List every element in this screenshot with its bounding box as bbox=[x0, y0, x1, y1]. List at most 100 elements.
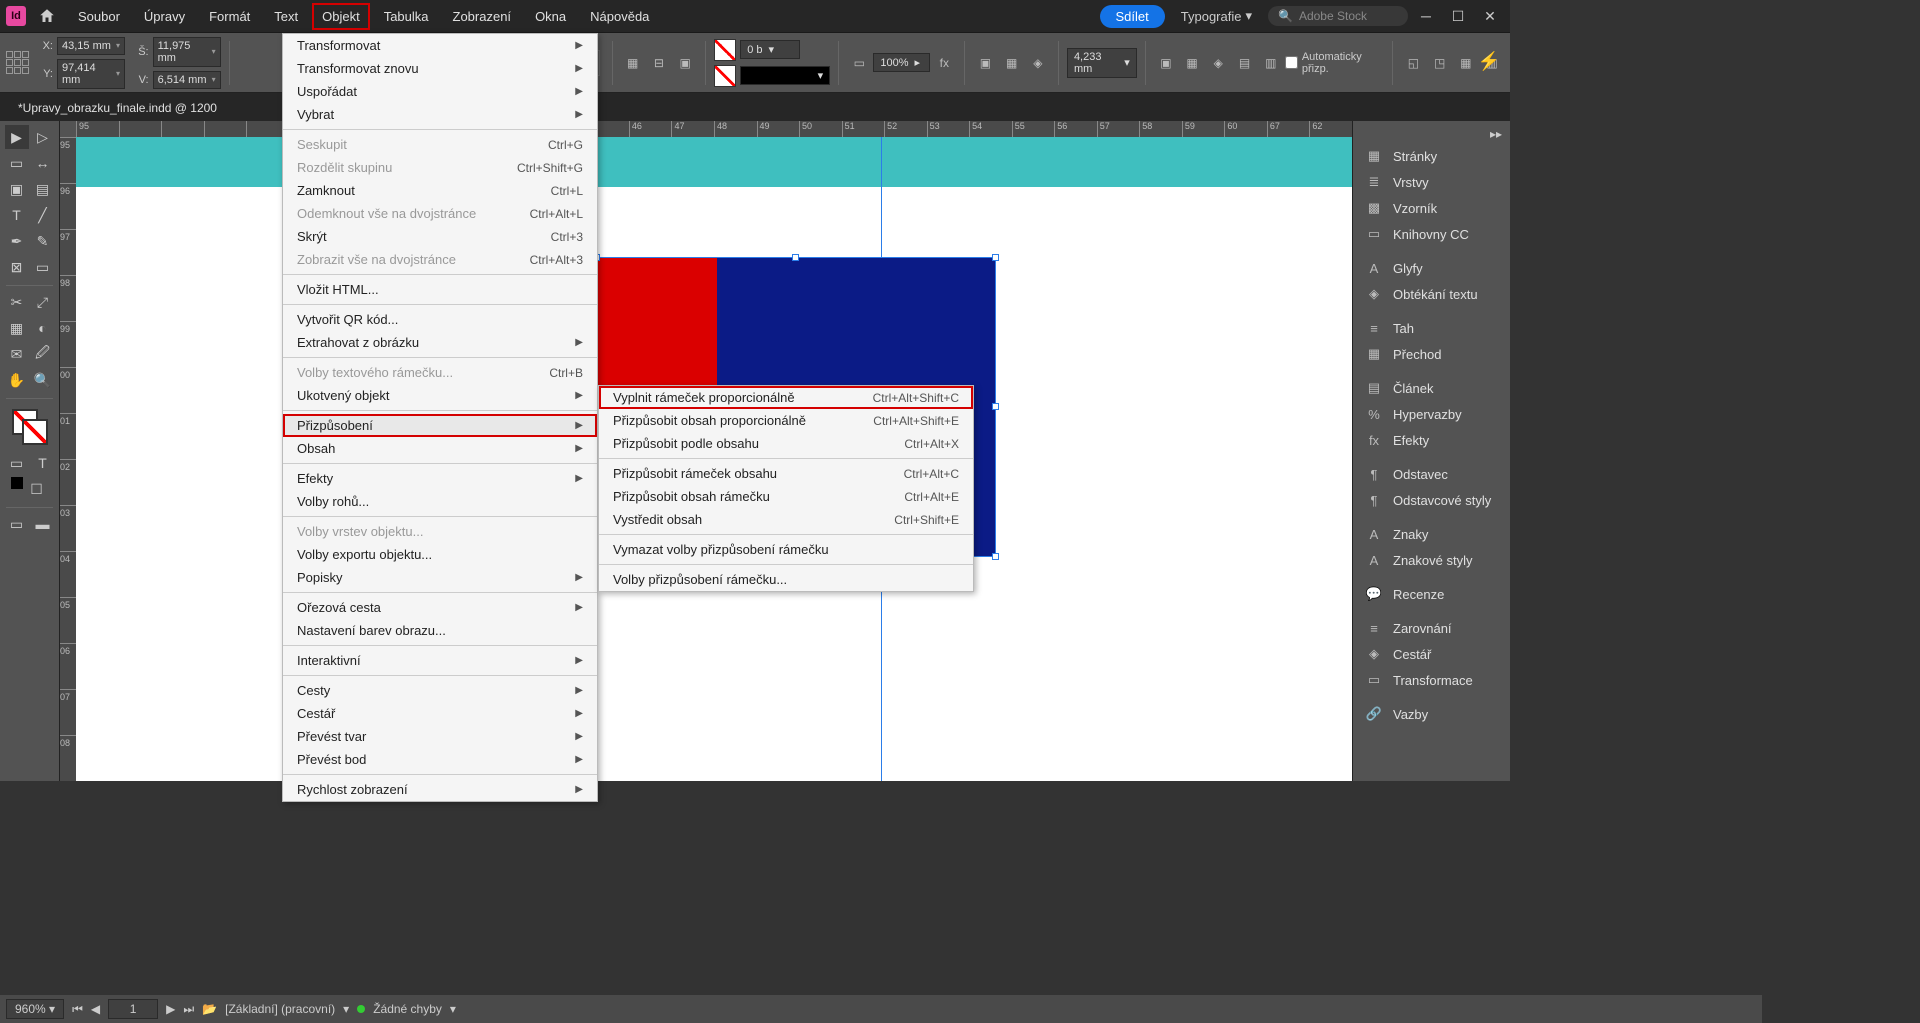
menu-item[interactable]: Transformovat▶ bbox=[283, 34, 597, 57]
menu-napoveda[interactable]: Nápověda bbox=[580, 3, 659, 30]
menu-item[interactable]: Přizpůsobit obsah rámečkuCtrl+Alt+E bbox=[599, 485, 973, 508]
normal-view-icon[interactable]: ▭ bbox=[5, 512, 29, 536]
menu-item[interactable]: Uspořádat▶ bbox=[283, 80, 597, 103]
zoom-field[interactable]: 960% ▾ bbox=[6, 999, 64, 1019]
pencil-tool-icon[interactable]: ✎ bbox=[31, 229, 55, 253]
workspace-switcher[interactable]: Typografie ▾ bbox=[1181, 8, 1252, 24]
panel-transform[interactable]: ▭Transformace bbox=[1353, 667, 1510, 693]
menu-objekt[interactable]: Objekt bbox=[312, 3, 370, 30]
menu-item[interactable]: Interaktivní▶ bbox=[283, 649, 597, 672]
panel-swatches[interactable]: ▩Vzorník bbox=[1353, 195, 1510, 221]
page-last-icon[interactable]: ⏭ bbox=[183, 1002, 194, 1017]
menu-item[interactable]: Přizpůsobit rámeček obsahuCtrl+Alt+C bbox=[599, 462, 973, 485]
open-doc-icon[interactable]: 📂 bbox=[202, 1002, 217, 1016]
menu-item[interactable]: Transformovat znovu▶ bbox=[283, 57, 597, 80]
fill-swatch-icon[interactable] bbox=[714, 39, 736, 61]
menu-item[interactable]: Ukotvený objekt▶ bbox=[283, 384, 597, 407]
stroke-weight-field[interactable]: 0 b▾ bbox=[740, 40, 800, 59]
note-tool-icon[interactable]: ✉ bbox=[5, 342, 29, 366]
rectangle-tool-icon[interactable]: ▭ bbox=[31, 255, 55, 279]
page-first-icon[interactable]: ⏮ bbox=[72, 1002, 83, 1017]
direct-selection-tool-icon[interactable]: ▷ bbox=[31, 125, 55, 149]
apply-none-icon[interactable]: ☐ bbox=[25, 477, 49, 501]
menu-item[interactable]: Ořezová cesta▶ bbox=[283, 596, 597, 619]
preview-view-icon[interactable]: ▬ bbox=[31, 512, 55, 536]
menu-item[interactable]: Přizpůsobení▶ bbox=[283, 414, 597, 437]
share-button[interactable]: Sdílet bbox=[1100, 5, 1165, 28]
menu-item[interactable]: Vystředit obsahCtrl+Shift+E bbox=[599, 508, 973, 531]
pen-tool-icon[interactable]: ✒ bbox=[5, 229, 29, 253]
home-icon[interactable] bbox=[38, 7, 56, 25]
menu-item[interactable]: ZamknoutCtrl+L bbox=[283, 179, 597, 202]
align-icon[interactable]: ▦ bbox=[621, 50, 645, 76]
effects-icon[interactable]: ▭ bbox=[847, 50, 871, 76]
panel-pathfinder[interactable]: ◈Cestář bbox=[1353, 641, 1510, 667]
group-icon[interactable]: ▣ bbox=[673, 50, 697, 76]
panel-links[interactable]: %Hypervazby bbox=[1353, 401, 1510, 427]
stroke-style-field[interactable]: ▾ bbox=[740, 66, 830, 85]
panel-glyphs[interactable]: AGlyfy bbox=[1353, 255, 1510, 281]
fx-icon[interactable]: fx bbox=[932, 50, 956, 76]
selection-tool-icon[interactable]: ▶ bbox=[5, 125, 29, 149]
panel-gradient[interactable]: ▦Přechod bbox=[1353, 341, 1510, 367]
menu-item[interactable]: Vybrat▶ bbox=[283, 103, 597, 126]
panel-pstyles[interactable]: ¶Odstavcové styly bbox=[1353, 487, 1510, 513]
window-close-button[interactable]: ✕ bbox=[1476, 6, 1504, 26]
content-collector-tool-icon[interactable]: ▣ bbox=[5, 177, 29, 201]
menu-item[interactable]: Efekty▶ bbox=[283, 467, 597, 490]
menu-okna[interactable]: Okna bbox=[525, 3, 576, 30]
type-tool-icon[interactable]: T bbox=[5, 203, 29, 227]
rectangle-frame-tool-icon[interactable]: ⊠ bbox=[5, 255, 29, 279]
panel-review[interactable]: 💬Recenze bbox=[1353, 581, 1510, 607]
reference-point-grid[interactable] bbox=[6, 51, 29, 74]
fit-prop-icon[interactable]: ▤ bbox=[1232, 50, 1256, 76]
autofit-checkbox[interactable] bbox=[1285, 56, 1298, 69]
scissors-tool-icon[interactable]: ✂ bbox=[5, 290, 29, 314]
menu-item[interactable]: Cestář▶ bbox=[283, 702, 597, 725]
text-wrap-none-icon[interactable]: ▣ bbox=[973, 50, 997, 76]
menu-item[interactable]: Přizpůsobit obsah proporcionálněCtrl+Alt… bbox=[599, 409, 973, 432]
corner-icon[interactable]: ◱ bbox=[1401, 50, 1425, 76]
drop-shadow-icon[interactable]: ◳ bbox=[1428, 50, 1452, 76]
panel-char[interactable]: AZnaky bbox=[1353, 521, 1510, 547]
gap-tool-icon[interactable]: ↔ bbox=[31, 151, 55, 175]
gradient-feather-tool-icon[interactable]: ◐ bbox=[31, 316, 55, 340]
fit-content-icon[interactable]: ▣ bbox=[1154, 50, 1178, 76]
content-placer-tool-icon[interactable]: ▤ bbox=[31, 177, 55, 201]
menu-item[interactable]: Vytvořit QR kód... bbox=[283, 308, 597, 331]
menu-item[interactable]: Extrahovat z obrázku▶ bbox=[283, 331, 597, 354]
page-tool-icon[interactable]: ▭ bbox=[5, 151, 29, 175]
panel-cstyles[interactable]: AZnakové styly bbox=[1353, 547, 1510, 573]
document-tab[interactable]: *Upravy_obrazku_finale.indd @ 1200 bbox=[8, 95, 235, 119]
panel-pages[interactable]: ▦Stránky bbox=[1353, 143, 1510, 169]
menu-item[interactable]: Rychlost zobrazení▶ bbox=[283, 778, 597, 801]
window-maximize-button[interactable]: ☐ bbox=[1444, 6, 1472, 26]
menu-item[interactable]: Vymazat volby přizpůsobení rámečku bbox=[599, 538, 973, 561]
panel-align[interactable]: ≡Zarovnání bbox=[1353, 615, 1510, 641]
menu-item[interactable]: Nastavení barev obrazu... bbox=[283, 619, 597, 642]
panel-wrap[interactable]: ◈Obtékání textu bbox=[1353, 281, 1510, 307]
menu-item[interactable]: Přizpůsobit podle obsahuCtrl+Alt+X bbox=[599, 432, 973, 455]
menu-item[interactable]: Převést bod▶ bbox=[283, 748, 597, 771]
center-content-icon[interactable]: ▥ bbox=[1259, 50, 1283, 76]
menu-item[interactable]: SkrýtCtrl+3 bbox=[283, 225, 597, 248]
panel-para[interactable]: ¶Odstavec bbox=[1353, 461, 1510, 487]
menu-item[interactable]: Převést tvar▶ bbox=[283, 725, 597, 748]
menu-item[interactable]: Obsah▶ bbox=[283, 437, 597, 460]
formatting-text-icon[interactable]: T bbox=[31, 451, 55, 475]
apply-color-icon[interactable] bbox=[11, 477, 23, 489]
panel-layers[interactable]: ≣Vrstvy bbox=[1353, 169, 1510, 195]
menu-item[interactable]: Volby rohů... bbox=[283, 490, 597, 513]
stroke-swatch-icon[interactable] bbox=[714, 65, 736, 87]
tables-icon[interactable]: ▦ bbox=[1454, 50, 1478, 76]
menu-item[interactable]: Vyplnit rámeček proporcionálněCtrl+Alt+S… bbox=[599, 386, 973, 409]
menu-format[interactable]: Formát bbox=[199, 3, 260, 30]
gap-field[interactable]: 4,233 mm▾ bbox=[1067, 48, 1137, 78]
page-field[interactable]: 1 bbox=[108, 999, 158, 1019]
h-field[interactable]: 6,514 mm▾ bbox=[153, 71, 221, 89]
panel-linksp[interactable]: 🔗Vazby bbox=[1353, 701, 1510, 727]
zoom-tool-icon[interactable]: 🔍 bbox=[31, 368, 55, 392]
page-prev-icon[interactable]: ◀ bbox=[91, 1002, 100, 1016]
menu-soubor[interactable]: Soubor bbox=[68, 3, 130, 30]
menu-zobrazeni[interactable]: Zobrazení bbox=[443, 3, 522, 30]
